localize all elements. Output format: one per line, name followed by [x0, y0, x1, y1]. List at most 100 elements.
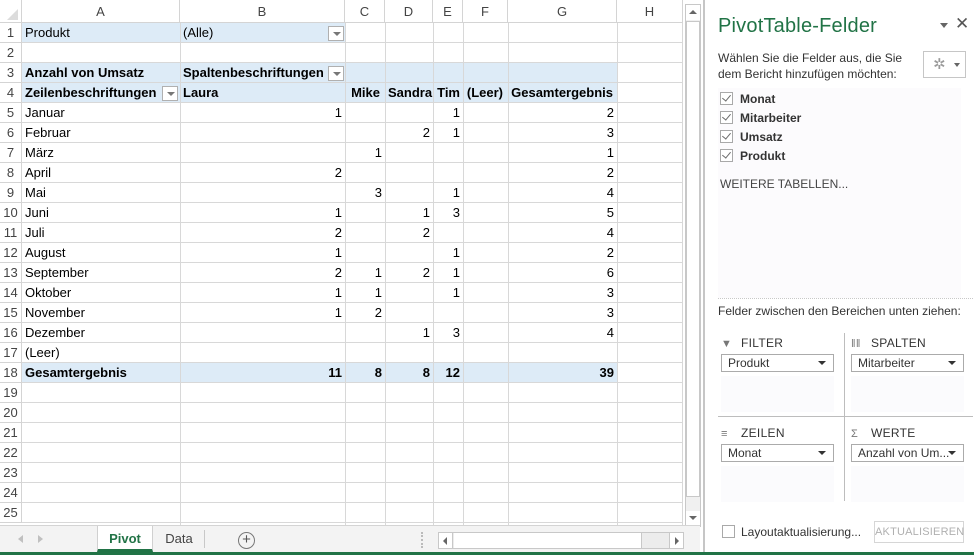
gridline [22, 42, 683, 43]
sheet-tab-data[interactable]: Data [155, 526, 203, 552]
column-header-h[interactable]: H [617, 0, 683, 23]
area-divider-vertical [844, 333, 845, 501]
grand-total-row-label: Gesamtergebnis [25, 365, 127, 380]
pivot-row-value: 4 [606, 225, 614, 240]
pivot-row-value [385, 143, 433, 163]
pivot-row-value: 1 [334, 205, 342, 220]
field-monat[interactable]: Monat [720, 90, 775, 109]
field-umsatz[interactable]: Umsatz [720, 128, 783, 147]
column-labels-dropdown-button[interactable] [328, 66, 344, 81]
rows-drop-zone[interactable] [721, 466, 834, 502]
vertical-scroll-thumb[interactable] [686, 21, 700, 497]
horizontal-scroll-thumb[interactable] [454, 533, 642, 548]
defer-layout-checkbox[interactable] [722, 525, 735, 539]
pivot-row-value [180, 323, 345, 343]
row-header[interactable]: 14 [0, 283, 22, 303]
defer-layout-update[interactable]: Layoutaktualisierung... [722, 525, 861, 539]
values-drop-zone[interactable] [851, 466, 964, 502]
columns-drop-zone[interactable] [851, 376, 964, 412]
row-header[interactable]: 7 [0, 143, 22, 163]
update-button[interactable]: AKTUALISIEREN [874, 521, 964, 543]
pivot-row-value: 2 [606, 105, 614, 120]
more-tables-link[interactable]: WEITERE TABELLEN... [720, 177, 848, 191]
field-mitarbeiter[interactable]: Mitarbeiter [720, 109, 801, 128]
pivot-row-value: 2 [422, 125, 430, 140]
column-header-f[interactable]: F [463, 0, 508, 23]
select-all-button[interactable] [0, 0, 22, 23]
row-header[interactable]: 16 [0, 323, 22, 343]
columns-area-item[interactable]: Mitarbeiter [851, 354, 964, 372]
row-header[interactable]: 23 [0, 463, 22, 483]
row-header[interactable]: 19 [0, 383, 22, 403]
checkbox-monat[interactable] [720, 92, 733, 106]
pivot-row-value: 2 [422, 225, 430, 240]
row-header[interactable]: 12 [0, 243, 22, 263]
row-header[interactable]: 8 [0, 163, 22, 183]
tools-button[interactable]: ✲ [923, 51, 966, 78]
sigma-icon: Σ [851, 428, 859, 440]
scroll-left-button[interactable] [439, 533, 453, 548]
scroll-right-button[interactable] [669, 533, 683, 548]
field-produkt[interactable]: Produkt [720, 147, 785, 166]
row-header[interactable]: 18 [0, 363, 22, 383]
row-header[interactable]: 4 [0, 83, 22, 103]
filter-dropdown-button[interactable] [328, 26, 344, 41]
column-header-b[interactable]: B [180, 0, 345, 23]
filter-drop-zone[interactable] [721, 376, 834, 412]
row-header[interactable]: 9 [0, 183, 22, 203]
scroll-down-button[interactable] [686, 511, 700, 526]
row-header[interactable]: 21 [0, 423, 22, 443]
column-header-c[interactable]: C [345, 0, 385, 23]
checkbox-umsatz[interactable] [720, 130, 733, 144]
previous-sheet-icon[interactable] [18, 535, 23, 543]
checkbox-mitarbeiter[interactable] [720, 111, 733, 125]
column-header-g[interactable]: G [508, 0, 617, 23]
pivot-row-value: 3 [452, 325, 460, 340]
values-label: Anzahl von Umsatz [25, 65, 145, 80]
pane-description: Wählen Sie die Felder aus, die Sie dem B… [718, 51, 903, 81]
vertical-scrollbar[interactable] [685, 4, 701, 527]
row-header[interactable]: 3 [0, 63, 22, 83]
row-header[interactable]: 11 [0, 223, 22, 243]
filter-area-item[interactable]: Produkt [721, 354, 834, 372]
pivot-row-label: Januar [25, 105, 65, 120]
pivot-row-value: 1 [374, 285, 382, 300]
pane-options-chevron-icon[interactable] [940, 23, 948, 28]
worksheet-grid[interactable]: A B C D E F G H 1 2 3 4 5 6 7 8 9 10 11 12 13 14 15 16 1… [0, 0, 683, 525]
pivot-row-value [463, 263, 508, 283]
gridline [682, 23, 683, 525]
sheet-tab-pivot[interactable]: Pivot [97, 526, 153, 552]
row-header[interactable]: 1 [0, 23, 22, 43]
field-label: Monat [740, 92, 776, 106]
pivot-row-value [345, 123, 385, 143]
horizontal-scrollbar[interactable] [438, 532, 684, 549]
excel-window: A B C D E F G H 1 2 3 4 5 6 7 8 9 10 11 12 13 14 15 16 1… [0, 0, 974, 555]
row-header[interactable]: 24 [0, 483, 22, 503]
row-header[interactable]: 25 [0, 503, 22, 523]
filter-field-value: (Alle) [183, 25, 214, 40]
close-icon[interactable]: ✕ [955, 14, 969, 34]
next-sheet-icon[interactable] [38, 535, 43, 543]
row-header[interactable]: 20 [0, 403, 22, 423]
row-header[interactable]: 5 [0, 103, 22, 123]
values-area-item[interactable]: Anzahl von Um... [851, 444, 964, 462]
row-header[interactable]: 2 [0, 43, 22, 63]
scroll-up-button[interactable] [686, 5, 700, 20]
column-header-d[interactable]: D [385, 0, 433, 23]
row-header[interactable]: 6 [0, 123, 22, 143]
column-header-a[interactable]: A [22, 0, 180, 23]
row-labels-dropdown-button[interactable] [162, 86, 178, 101]
column-header-e[interactable]: E [433, 0, 463, 23]
row-header[interactable]: 13 [0, 263, 22, 283]
row-header[interactable]: 15 [0, 303, 22, 323]
filter-icon: ▼ [721, 338, 733, 350]
pivot-row-value [345, 343, 385, 363]
row-header[interactable]: 10 [0, 203, 22, 223]
pivot-row-value [345, 163, 385, 183]
tab-splitter-handle[interactable] [421, 532, 423, 548]
rows-area-item[interactable]: Monat [721, 444, 834, 462]
row-header[interactable]: 17 [0, 343, 22, 363]
add-sheet-icon[interactable]: + [238, 532, 255, 549]
row-header[interactable]: 22 [0, 443, 22, 463]
checkbox-produkt[interactable] [720, 149, 733, 163]
